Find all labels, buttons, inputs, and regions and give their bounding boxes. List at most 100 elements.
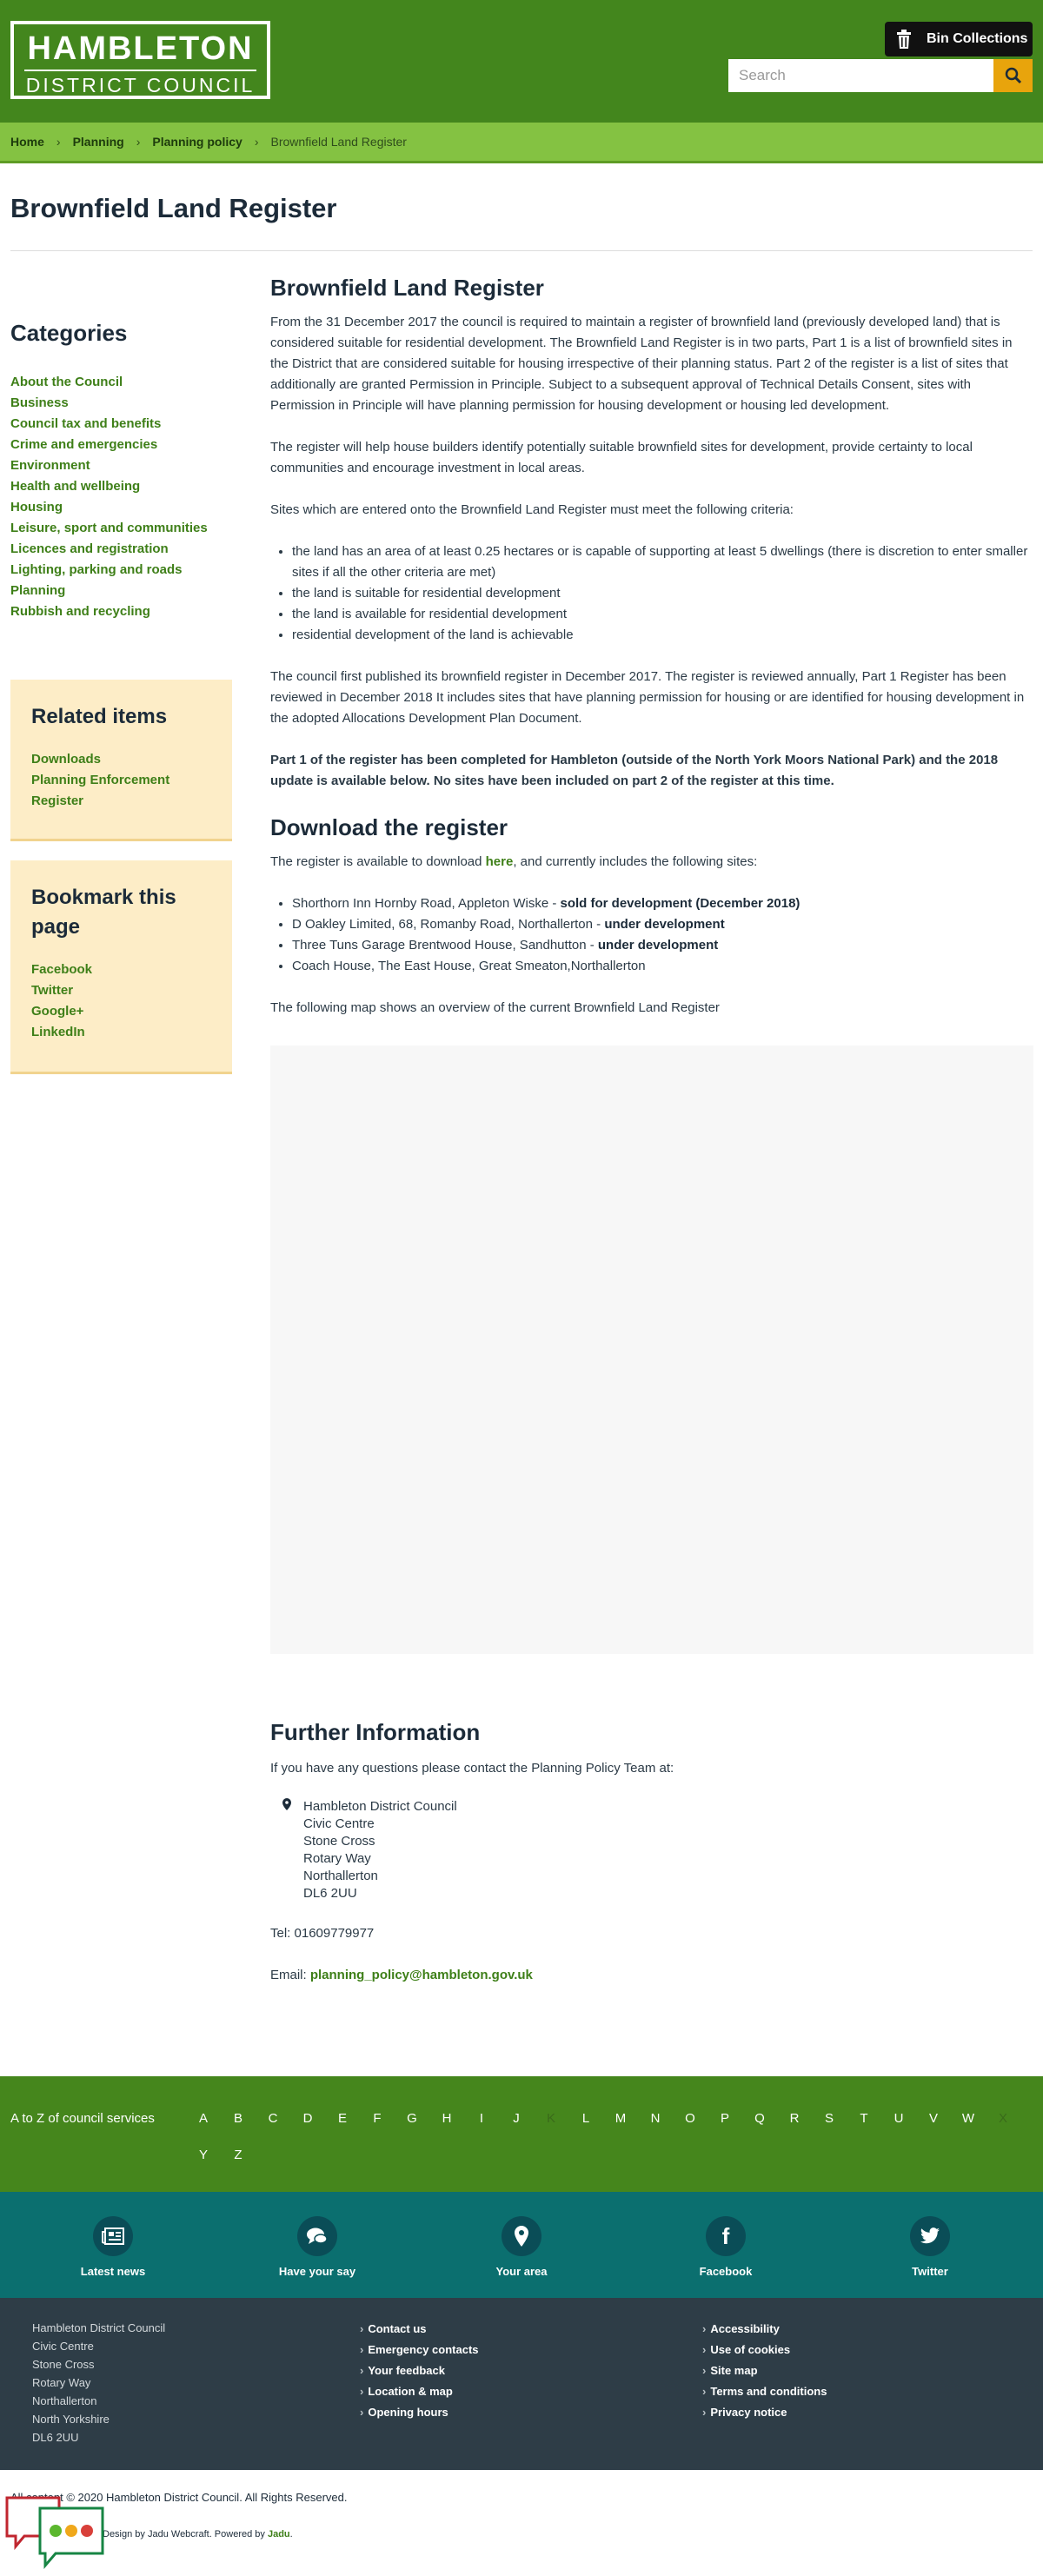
speech-bubbles-icon (297, 2216, 337, 2256)
breadcrumb-planning-policy[interactable]: Planning policy (152, 135, 242, 149)
footer-location-link[interactable]: Location & map (368, 2385, 453, 2398)
az-letter-l[interactable]: L (568, 2101, 603, 2137)
az-letter-i[interactable]: I (464, 2101, 499, 2137)
telephone: Tel: 01609779977 (270, 1926, 375, 1941)
category-planning[interactable]: Planning (10, 583, 65, 598)
social-bar: Latest news Have your say Your area f Fa… (0, 2192, 1043, 2298)
breadcrumb-home[interactable]: Home (10, 135, 44, 149)
category-council-tax[interactable]: Council tax and benefits (10, 416, 161, 431)
az-letter-r[interactable]: R (777, 2101, 812, 2137)
contact-address: Hambleton District Council Civic Centre … (270, 1798, 1033, 1902)
az-letter-u[interactable]: U (881, 2101, 916, 2137)
bin-collections-label: Bin Collections (927, 31, 1028, 46)
category-item: Environment (10, 455, 208, 476)
related-items-list: Downloads Planning Enforcement Register (31, 749, 211, 812)
az-letter-s[interactable]: S (812, 2101, 847, 2137)
related-items-box: Related items Downloads Planning Enforce… (10, 680, 232, 841)
search-button[interactable] (993, 59, 1033, 92)
jadu-link[interactable]: Jadu (268, 2529, 290, 2539)
history-paragraph: The council first published its brownfie… (270, 669, 1025, 726)
category-crime[interactable]: Crime and emergencies (10, 437, 157, 452)
az-letter-t[interactable]: T (847, 2101, 881, 2137)
az-letter-b[interactable]: B (221, 2101, 256, 2137)
category-item: Council tax and benefits (10, 414, 208, 435)
bookmark-twitter-link[interactable]: Twitter (31, 983, 73, 998)
footer-contact-link[interactable]: Contact us (368, 2322, 426, 2335)
email-link[interactable]: planning_policy@hambleton.gov.uk (310, 1968, 533, 1982)
footer-address-line: Civic Centre (32, 2340, 94, 2353)
az-letter-m[interactable]: M (603, 2101, 638, 2137)
twitter-link[interactable]: Twitter (869, 2216, 991, 2278)
feedback-widget-icon[interactable] (5, 2493, 110, 2571)
footer-address-line: Rotary Way (32, 2376, 91, 2389)
site-status: under development (604, 917, 725, 932)
footer-feedback-link[interactable]: Your feedback (368, 2364, 445, 2377)
footer-opening-hours-link[interactable]: Opening hours (368, 2406, 448, 2419)
category-health[interactable]: Health and wellbeing (10, 479, 140, 494)
az-letter-p[interactable]: P (708, 2101, 742, 2137)
your-area-link[interactable]: Your area (461, 2216, 582, 2278)
category-business[interactable]: Business (10, 395, 69, 410)
powered-by-end: . (289, 2529, 293, 2539)
az-letter-e[interactable]: E (325, 2101, 360, 2137)
footer-sitemap-link[interactable]: Site map (710, 2364, 757, 2377)
criteria-item: the land is suitable for residential dev… (292, 583, 1033, 604)
az-letter-f[interactable]: F (360, 2101, 395, 2137)
intro-paragraph: From the 31 December 2017 the council is… (270, 315, 1013, 413)
have-your-say-link[interactable]: Have your say (256, 2216, 378, 2278)
categories-list: About the Council Business Council tax a… (10, 372, 208, 622)
az-letter-q[interactable]: Q (742, 2101, 777, 2137)
az-letter-j[interactable]: J (499, 2101, 534, 2137)
chevron-right-icon: › (56, 135, 61, 149)
related-enforcement-link[interactable]: Planning Enforcement Register (31, 773, 169, 808)
twitter-label: Twitter (912, 2265, 948, 2278)
related-downloads-link[interactable]: Downloads (31, 752, 101, 767)
category-licences[interactable]: Licences and registration (10, 541, 169, 556)
search-input[interactable] (728, 59, 993, 92)
site-name: D Oakley Limited, 68, Romanby Road, Nort… (292, 917, 605, 932)
bookmark-linkedin-link[interactable]: LinkedIn (31, 1025, 85, 1039)
az-letter-w[interactable]: W (951, 2101, 986, 2137)
az-letter-y[interactable]: Y (186, 2137, 221, 2174)
footer-cookies-link[interactable]: Use of cookies (710, 2343, 790, 2356)
latest-news-link[interactable]: Latest news (52, 2216, 174, 2278)
az-letter-a[interactable]: A (186, 2101, 221, 2137)
footer-accessibility-link[interactable]: Accessibility (710, 2322, 780, 2335)
breadcrumb-current: Brownfield Land Register (270, 135, 407, 149)
download-here-link[interactable]: here (486, 854, 514, 869)
brownfield-map[interactable] (270, 1046, 1033, 1654)
az-letter-c[interactable]: C (256, 2101, 290, 2137)
category-about[interactable]: About the Council (10, 375, 123, 389)
az-letter-g[interactable]: G (395, 2101, 429, 2137)
bookmark-googleplus-link[interactable]: Google+ (31, 1004, 83, 1019)
site-footer: Hambleton District Council Civic Centre … (0, 2298, 1043, 2470)
footer-emergency-link[interactable]: Emergency contacts (368, 2343, 478, 2356)
az-letter-z[interactable]: Z (221, 2137, 256, 2174)
footer-terms-link[interactable]: Terms and conditions (710, 2385, 827, 2398)
bookmark-facebook-link[interactable]: Facebook (31, 962, 92, 977)
search-icon (1005, 67, 1021, 84)
further-intro: If you have any questions please contact… (270, 1761, 674, 1776)
category-environment[interactable]: Environment (10, 458, 90, 473)
category-leisure[interactable]: Leisure, sport and communities (10, 521, 208, 535)
az-letter-v[interactable]: V (916, 2101, 951, 2137)
breadcrumb-planning[interactable]: Planning (73, 135, 124, 149)
footer-privacy-link[interactable]: Privacy notice (710, 2406, 787, 2419)
category-lighting[interactable]: Lighting, parking and roads (10, 562, 183, 577)
footer-links-col3: Accessibility Use of cookies Site map Te… (702, 2319, 827, 2423)
category-item: Lighting, parking and roads (10, 560, 208, 581)
category-housing[interactable]: Housing (10, 500, 63, 515)
az-letter-k: K (546, 2111, 555, 2126)
facebook-link[interactable]: f Facebook (665, 2216, 787, 2278)
council-logo[interactable]: HAMBLETON DISTRICT COUNCIL (10, 21, 270, 99)
category-rubbish[interactable]: Rubbish and recycling (10, 604, 150, 619)
email-line: Email: planning_policy@hambleton.gov.uk (270, 1965, 1033, 1986)
footer-address-line: Northallerton (32, 2394, 97, 2407)
powered-by-text: Design by Jadu Webcraft. Powered by (103, 2529, 268, 2539)
az-letter-d[interactable]: D (290, 2101, 325, 2137)
az-letter-n[interactable]: N (638, 2101, 673, 2137)
status-paragraph: Part 1 of the register has been complete… (270, 753, 999, 788)
az-letter-h[interactable]: H (429, 2101, 464, 2137)
bin-collections-button[interactable]: Bin Collections (885, 22, 1033, 56)
az-letter-o[interactable]: O (673, 2101, 708, 2137)
